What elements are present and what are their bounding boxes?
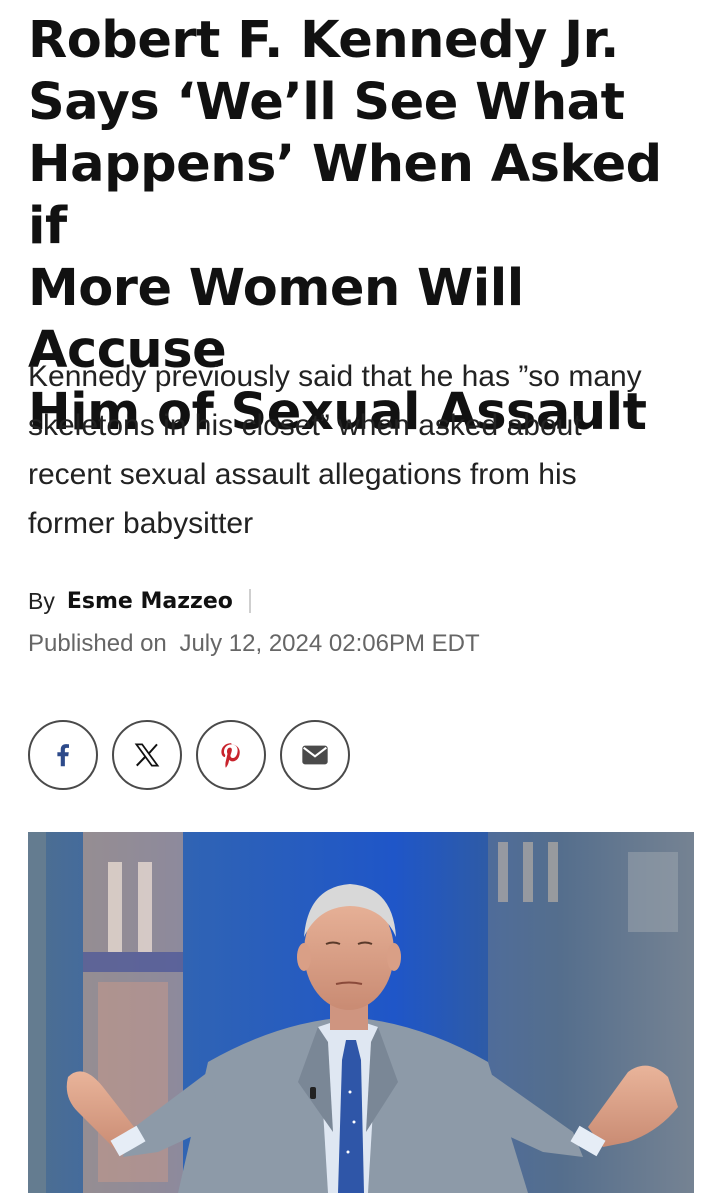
subheadline-line: recent sexual assault allegations from h… [28,458,577,491]
subheadline-line: skeletons in his closet” when asked abou… [28,409,582,442]
email-share-button[interactable] [280,720,350,790]
hero-image [28,832,694,1193]
byline: By Esme Mazzeo [28,586,251,616]
subheadline-line: Kennedy previously said that he has ”so … [28,360,642,393]
author-link[interactable]: Esme Mazzeo [67,589,233,614]
hero-photo [28,832,694,1193]
pinterest-share-button[interactable] [196,720,266,790]
headline-line: Robert F. Kennedy Jr. [28,11,619,70]
headline-line: Says ‘We’ll See What [28,73,625,132]
facebook-icon [57,744,69,767]
published-timestamp: July 12, 2024 02:06PM EDT [179,630,480,657]
facebook-share-button[interactable] [28,720,98,790]
byline-prefix: By [28,587,55,614]
x-icon [134,743,160,767]
headline-line: Happens’ When Asked if [28,135,662,256]
published-date: Published on July 12, 2024 02:06PM EDT [28,630,480,658]
subheadline: Kennedy previously said that he has ”so … [28,352,694,548]
x-share-button[interactable] [112,720,182,790]
article: Robert F. Kennedy Jr. Says ‘We’ll See Wh… [28,0,694,1193]
mail-icon [302,745,328,765]
pinterest-icon [221,743,240,768]
share-buttons [28,720,350,790]
published-label: Published on [28,630,167,657]
subheadline-line: former babysitter [28,507,254,540]
byline-divider [248,589,251,613]
